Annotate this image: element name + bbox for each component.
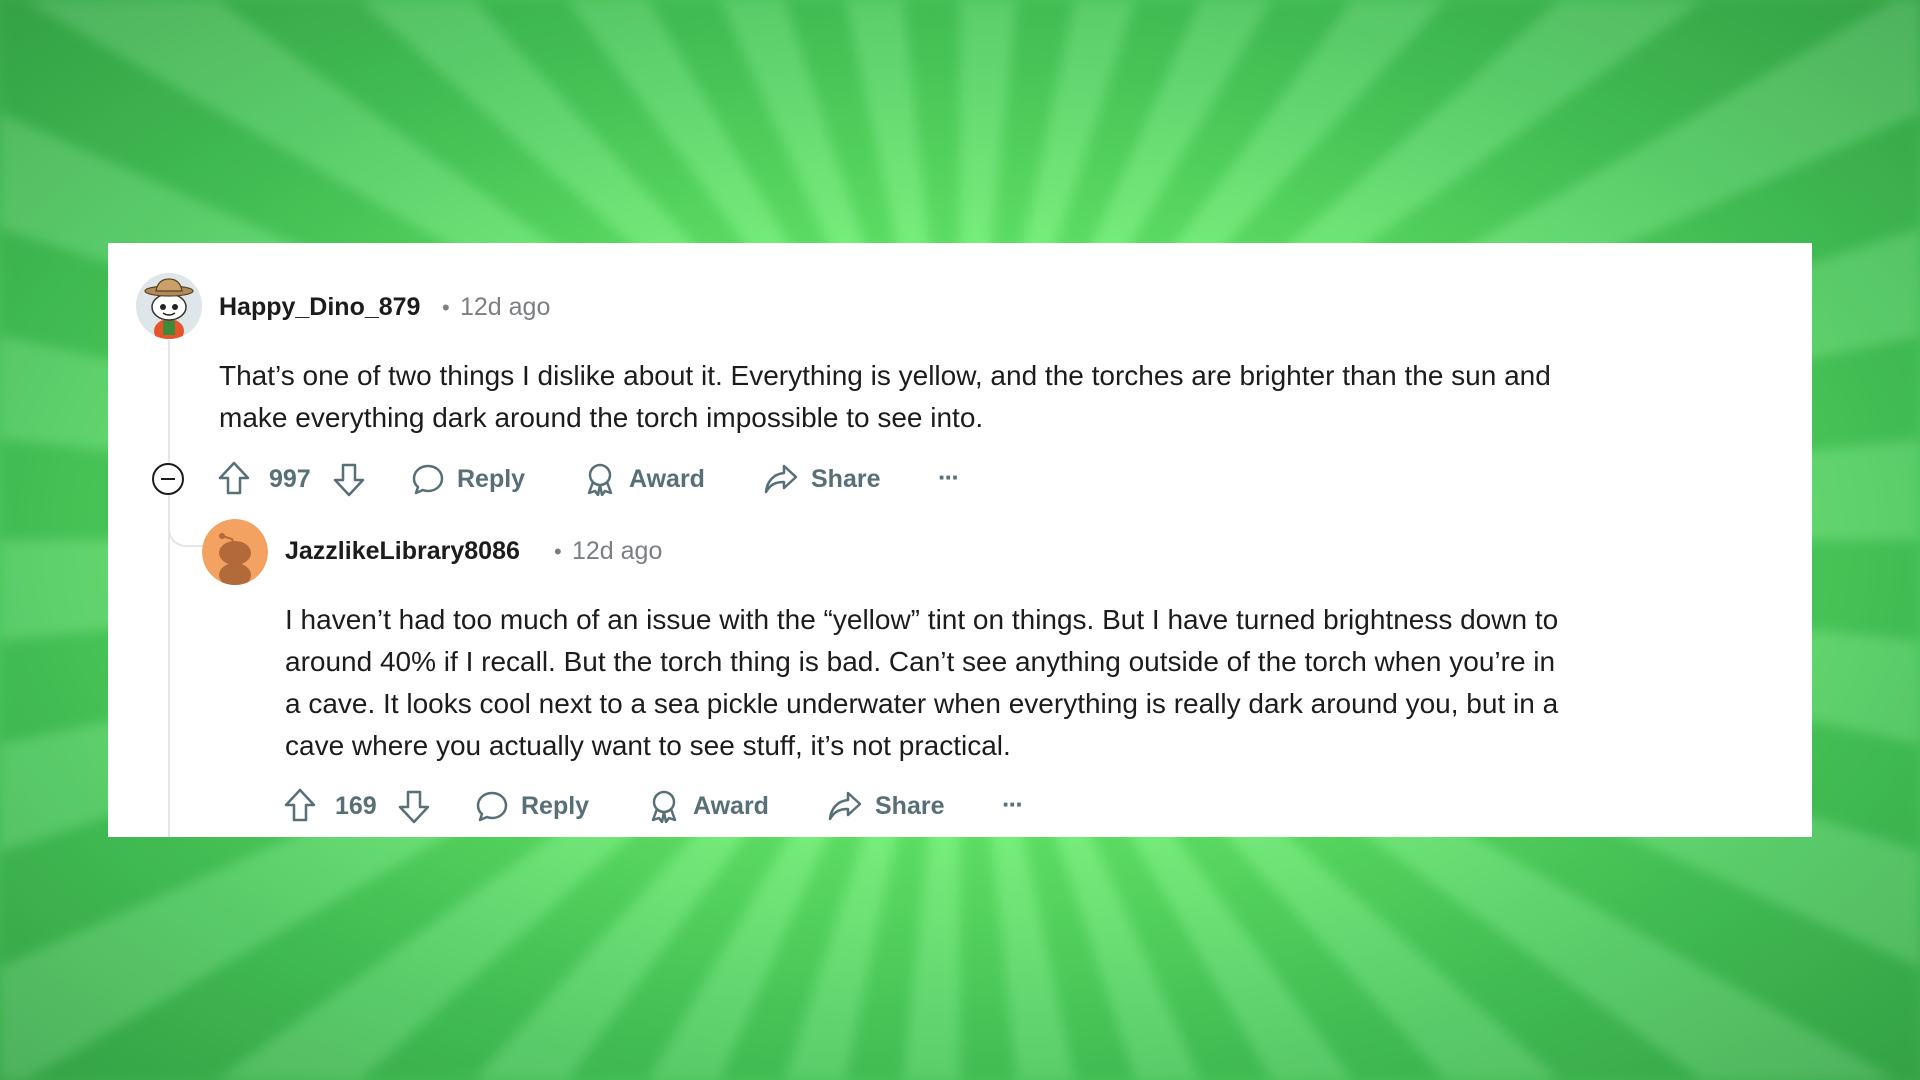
- comment-body-line: I haven’t had too much of an issue with …: [285, 604, 1559, 635]
- collapse-thread-button[interactable]: [152, 463, 184, 495]
- comment-bubble-icon: [412, 464, 444, 495]
- meta-separator: •: [554, 539, 562, 564]
- downvote-button[interactable]: [332, 462, 366, 498]
- downvote-icon: [333, 463, 365, 497]
- avatar[interactable]: [136, 273, 202, 339]
- reply-label: Reply: [457, 464, 526, 493]
- award-label: Award: [629, 464, 705, 493]
- comment-bubble-icon: [476, 791, 508, 822]
- share-label: Share: [811, 464, 881, 493]
- comment-body-line: around 40% if I recall. But the torch th…: [285, 646, 1556, 677]
- upvote-button[interactable]: [217, 460, 251, 496]
- award-label: Award: [693, 791, 769, 820]
- upvote-icon: [284, 788, 316, 822]
- vote-count: 997: [269, 465, 311, 493]
- comment-body-line: cave where you actually want to see stuf…: [285, 730, 1011, 761]
- more-options-button[interactable]: ···: [1002, 789, 1024, 820]
- award-icon: [587, 463, 613, 496]
- upvote-button[interactable]: [283, 787, 317, 823]
- snoo-avatar-icon: [136, 273, 202, 339]
- share-button[interactable]: Share: [763, 462, 880, 496]
- share-button[interactable]: Share: [827, 789, 944, 823]
- share-label: Share: [875, 791, 945, 820]
- comment-card: Happy_Dino_879 • 12d ago That’s one of t…: [108, 243, 1812, 837]
- comment-timestamp[interactable]: 12d ago: [572, 537, 662, 566]
- upvote-icon: [218, 461, 250, 495]
- thread-line: [168, 340, 170, 837]
- downvote-button[interactable]: [397, 789, 431, 825]
- reply-button[interactable]: Reply: [411, 462, 525, 496]
- comment-body: I haven’t had too much of an issue with …: [285, 599, 1558, 767]
- reply-connector: [168, 513, 204, 547]
- award-button[interactable]: Award: [583, 462, 705, 496]
- comment-body-line: a cave. It looks cool next to a sea pick…: [285, 688, 1559, 719]
- comment-body-line: That’s one of two things I dislike about…: [219, 360, 1551, 391]
- comment-body-line: make everything dark around the torch im…: [219, 402, 984, 433]
- award-icon: [651, 790, 677, 823]
- meta-separator: •: [442, 295, 450, 320]
- share-icon: [764, 464, 798, 494]
- reply-label: Reply: [521, 791, 590, 820]
- vote-count: 169: [335, 792, 377, 820]
- reply-button[interactable]: Reply: [475, 789, 589, 823]
- comment-timestamp[interactable]: 12d ago: [460, 293, 550, 322]
- downvote-icon: [398, 790, 430, 824]
- avatar[interactable]: [202, 519, 268, 585]
- comment-body: That’s one of two things I dislike about…: [219, 355, 1551, 439]
- share-icon: [828, 791, 862, 821]
- more-options-button[interactable]: ···: [938, 462, 960, 493]
- comment-author[interactable]: JazzlikeLibrary8086: [285, 537, 520, 566]
- snoo-avatar-icon: [202, 519, 268, 585]
- award-button[interactable]: Award: [647, 789, 769, 823]
- comment-author[interactable]: Happy_Dino_879: [219, 293, 420, 322]
